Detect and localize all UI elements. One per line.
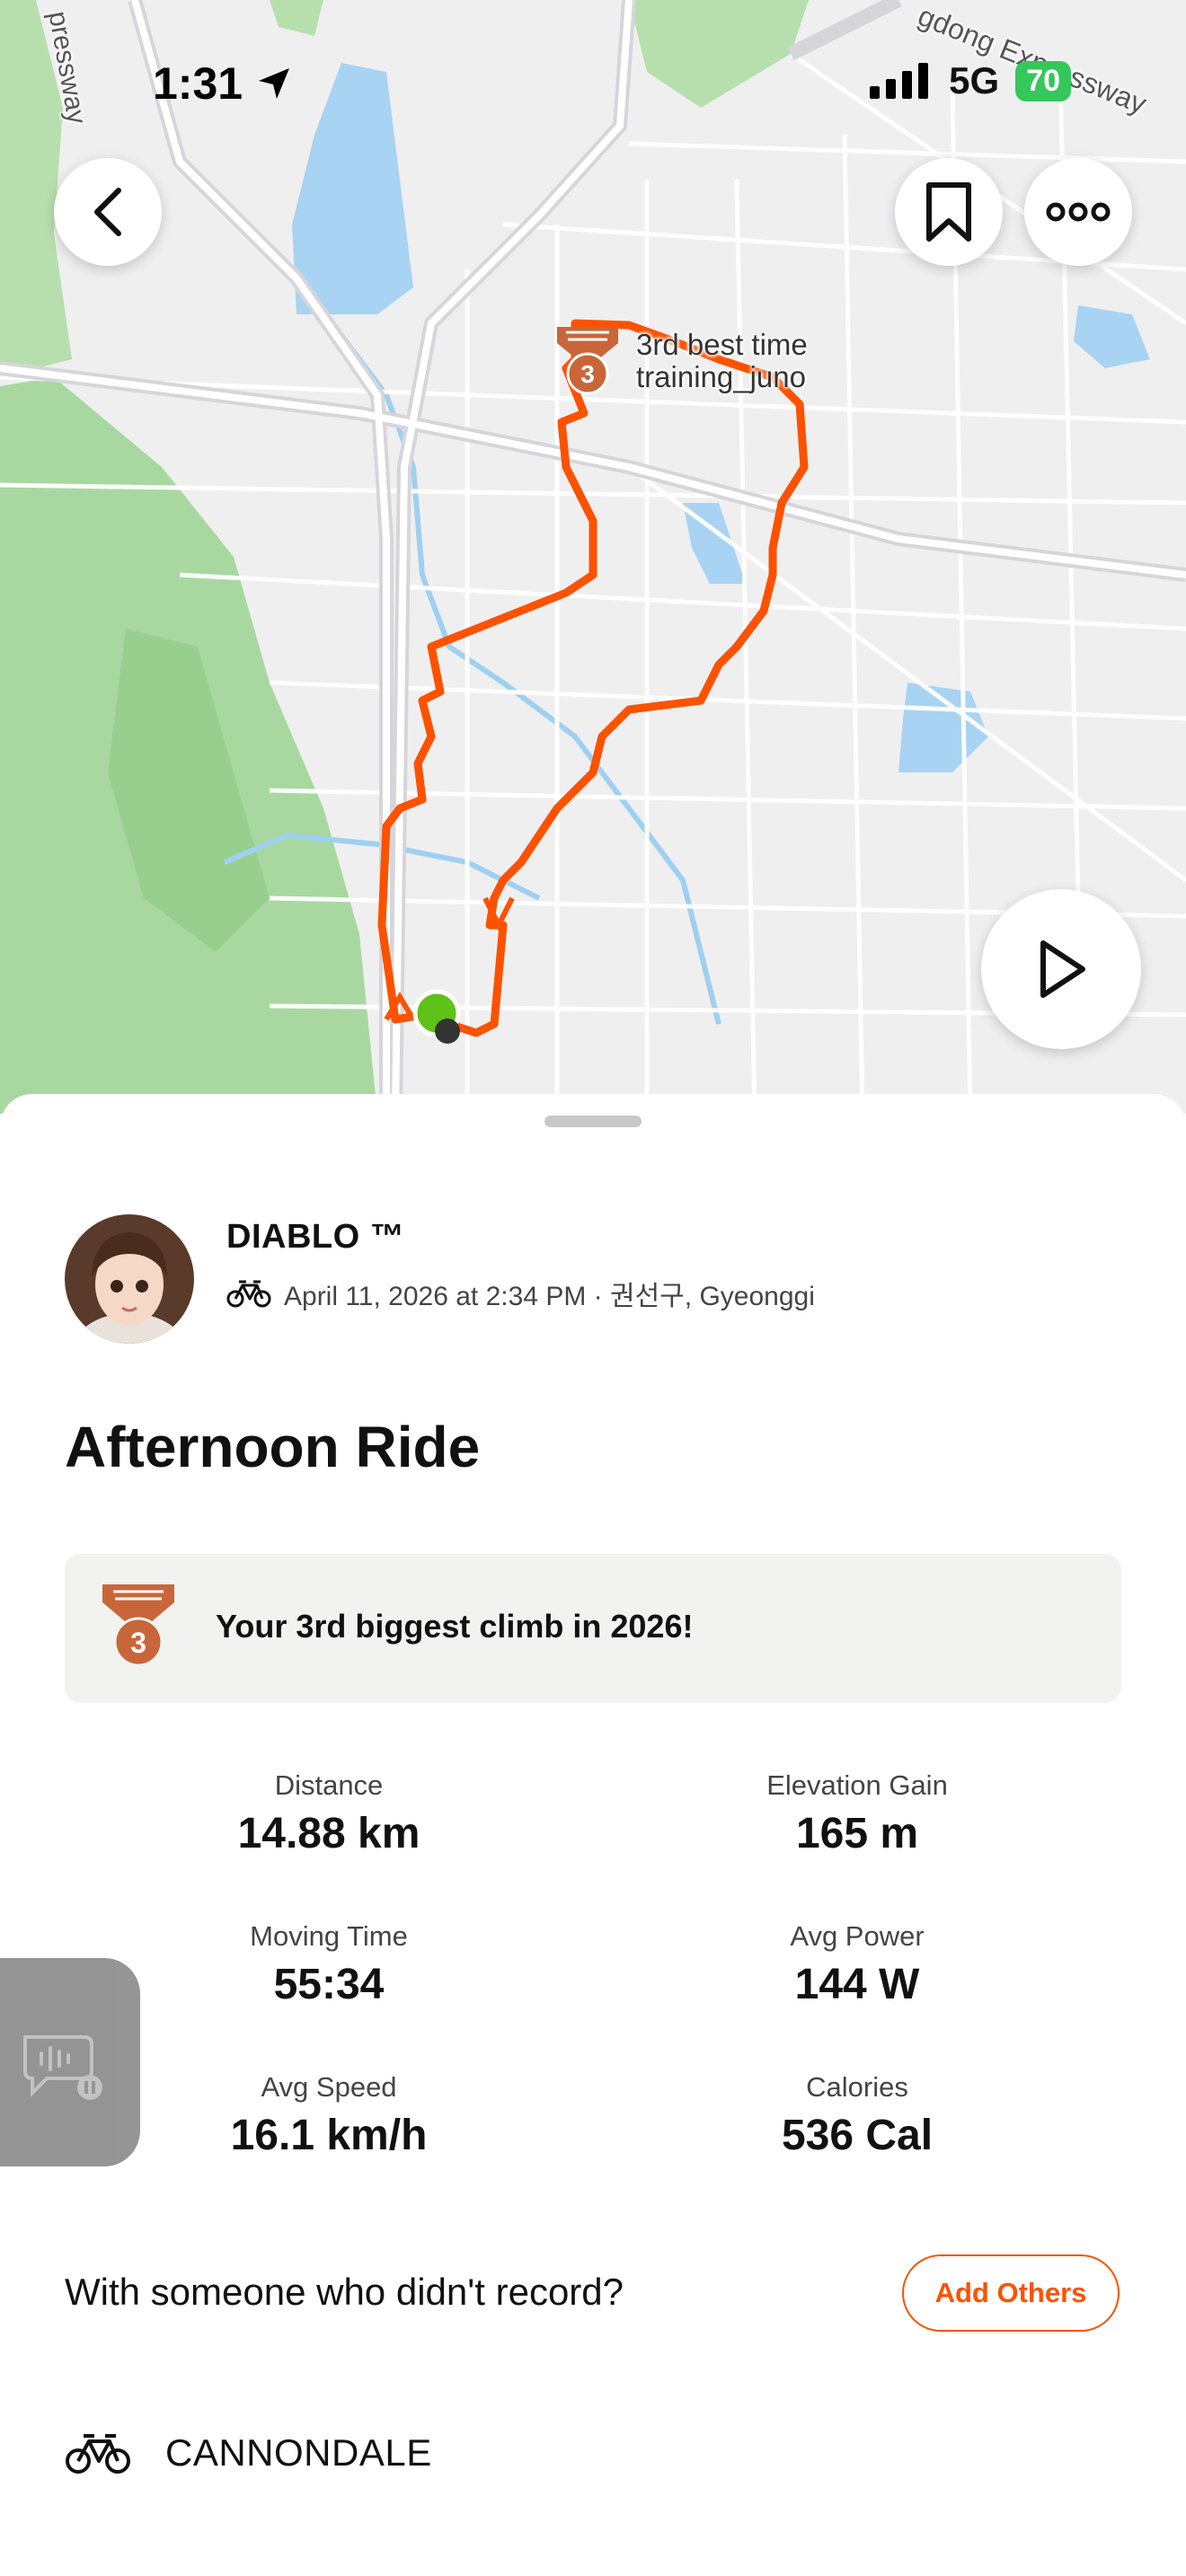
medal-icon: 3: [102, 1584, 174, 1667]
svg-text:3: 3: [580, 360, 595, 388]
bookmark-button[interactable]: [895, 158, 1003, 266]
stat-label: Elevation Gain: [766, 1769, 948, 1801]
add-others-button[interactable]: Add Others: [902, 2254, 1120, 2332]
status-time: 1:31: [153, 57, 293, 110]
athlete-name[interactable]: DIABLO ™: [226, 1218, 404, 1257]
svg-text:3: 3: [130, 1627, 146, 1659]
stat-label: Avg Power: [790, 1920, 925, 1952]
stat-distance: Distance 14.88 km: [95, 1769, 562, 1858]
stat-label: Calories: [806, 2071, 908, 2103]
activity-meta: April 11, 2026 at 2:34 PM · 권선구, Gyeongg…: [226, 1274, 815, 1313]
stat-calories: Calories 536 Cal: [624, 2071, 1091, 2160]
signal-icon: [870, 63, 929, 99]
stat-value: 165 m: [795, 1810, 919, 1857]
more-icon: [1046, 202, 1111, 222]
stat-label: Avg Speed: [261, 2071, 397, 2103]
location-arrow-icon: [258, 68, 289, 99]
back-button[interactable]: [54, 158, 162, 266]
status-right: 5G 70: [870, 59, 1071, 102]
stat-avg-power: Avg Power 144 W: [624, 1920, 1091, 2009]
stat-elevation-gain: Elevation Gain 165 m: [624, 1769, 1091, 1858]
segment-label-line1: 3rd best time: [636, 328, 808, 361]
achievement-text: Your 3rd biggest climb in 2026!: [216, 1608, 694, 1645]
bookmark-icon: [926, 182, 971, 242]
chevron-left-icon: [94, 188, 121, 236]
segment-label-line2: training_juno: [636, 360, 806, 394]
sheet-handle[interactable]: [544, 1116, 642, 1127]
play-flyover-button[interactable]: [981, 889, 1141, 1049]
more-button[interactable]: [1024, 158, 1132, 266]
segment-medal-icon[interactable]: 3: [552, 323, 624, 399]
date-location: April 11, 2026 at 2:34 PM · 권선구, Gyeongg…: [284, 1282, 815, 1311]
stat-label: Distance: [274, 1769, 384, 1801]
activity-title[interactable]: Afternoon Ride: [65, 1414, 480, 1480]
achievement-card[interactable]: 3 Your 3rd biggest climb in 2026!: [65, 1554, 1121, 1703]
stat-value: 55:34: [273, 1961, 385, 2008]
route-map[interactable]: 3 3rd best time training_juno pressway g…: [0, 0, 1186, 1114]
stat-value: 144 W: [794, 1961, 920, 2008]
bike-icon: [66, 2434, 130, 2474]
segment-label[interactable]: 3rd best time training_juno: [636, 328, 808, 394]
gear-row[interactable]: CANNONDALE: [65, 2430, 432, 2475]
stat-value: 16.1 km/h: [230, 2112, 428, 2159]
activity-sheet: DIABLO ™ April 11, 2026 at 2:34 PM · 권선구…: [0, 1094, 1186, 2576]
stat-value: 14.88 km: [237, 1810, 420, 1857]
avatar[interactable]: [65, 1214, 194, 1344]
stat-avg-speed: Avg Speed 16.1 km/h: [95, 2071, 562, 2160]
stat-value: 536 Cal: [781, 2112, 934, 2159]
stat-moving-time: Moving Time 55:34: [95, 1920, 562, 2009]
network-type: 5G: [949, 59, 1000, 101]
play-icon: [1040, 940, 1085, 998]
gear-name: CANNONDALE: [165, 2431, 432, 2474]
stat-label: Moving Time: [250, 1920, 408, 1952]
voice-note-widget[interactable]: [0, 1958, 140, 2166]
with-others-prompt: With someone who didn't record?: [65, 2271, 624, 2313]
avatar-image: [65, 1214, 194, 1344]
voice-note-icon: [23, 2035, 102, 2100]
bike-icon: [226, 1280, 271, 1308]
battery-level: 70: [1015, 60, 1071, 101]
